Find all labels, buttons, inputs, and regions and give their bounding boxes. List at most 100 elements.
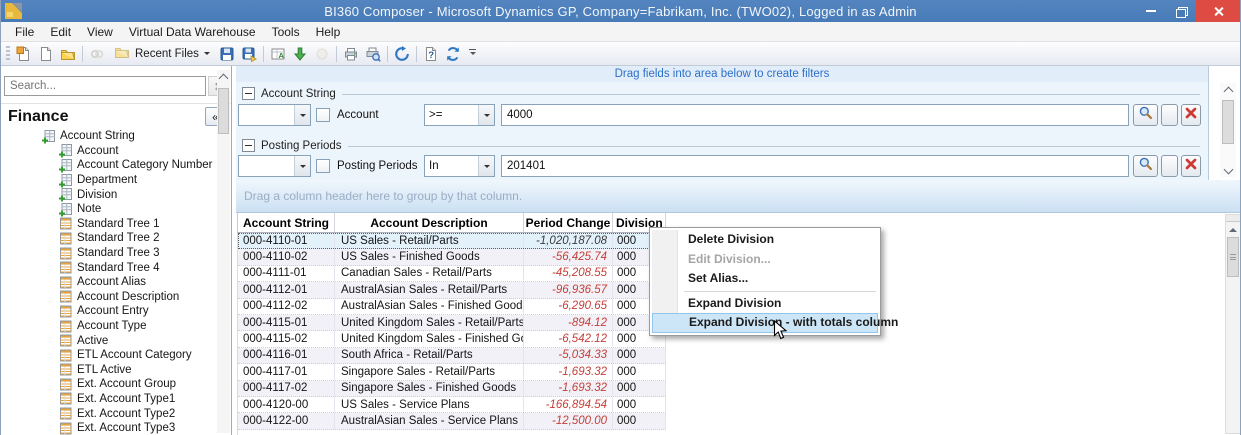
menu-item-edit[interactable]: Edit (42, 22, 79, 42)
tree-item-ext-account-type2[interactable]: Ext. Account Type2 (1, 406, 231, 421)
scroll-up-icon[interactable] (1226, 222, 1240, 236)
close-button[interactable] (1196, 0, 1240, 22)
grid-scrollbar[interactable] (1225, 214, 1240, 434)
filter-value-input[interactable] (501, 104, 1129, 126)
menu-item-file[interactable]: File (7, 22, 42, 42)
attribute-table-icon (58, 406, 73, 421)
tree-item-account-category-number[interactable]: Account Category Number (1, 158, 231, 173)
restore-button[interactable] (1166, 0, 1196, 22)
search-input[interactable] (4, 76, 206, 96)
grid-row[interactable]: 000-4115-01 United Kingdom Sales - Retail… (238, 314, 666, 332)
tree-item-ext-account-group[interactable]: Ext. Account Group (1, 377, 231, 392)
lookup-button[interactable] (1133, 155, 1158, 177)
tree-item-account[interactable]: Account (1, 144, 231, 159)
context-menu-item-set-alias[interactable]: Set Alias... (652, 269, 878, 289)
column-header-account-description[interactable]: Account Description (335, 213, 524, 232)
toolbar-overflow-button[interactable] (466, 44, 480, 64)
blank-page-icon[interactable] (35, 44, 57, 64)
grid-row[interactable]: 000-4110-01 US Sales - Retail/Parts -1,020… (238, 233, 666, 250)
export-grid-icon[interactable]: A (267, 44, 289, 64)
cell-period-change: -1,693.32 (524, 364, 613, 380)
open-folder-icon[interactable] (57, 44, 79, 64)
field-add-icon (58, 173, 73, 188)
grid-row[interactable]: 000-4110-02 US Sales - Finished Goods -56,… (238, 249, 666, 266)
recent-files-button[interactable]: Recent Files (108, 44, 216, 64)
minimize-button[interactable] (1136, 0, 1166, 22)
tree-item-active[interactable]: Active (1, 333, 231, 348)
group-by-drop-zone[interactable]: Drag a column header here to group by th… (236, 180, 1240, 213)
tree-scrollbar[interactable] (217, 70, 230, 433)
refresh-icon[interactable] (442, 44, 464, 64)
lookup-button[interactable] (1133, 104, 1158, 126)
save-all-icon[interactable] (238, 44, 260, 64)
save-icon[interactable] (216, 44, 238, 64)
tree-item-note[interactable]: Note (1, 202, 231, 217)
new-file-icon[interactable] (13, 44, 35, 64)
toolbar-separator (262, 45, 264, 62)
collapse-group-icon[interactable] (242, 139, 255, 152)
import-green-arrow-icon[interactable] (289, 44, 311, 64)
tree-item-account-alias[interactable]: Account Alias (1, 275, 231, 290)
column-header-period-change[interactable]: Period Change (524, 213, 613, 232)
scroll-up-icon[interactable] (1220, 83, 1236, 97)
print-preview-icon[interactable] (362, 44, 384, 64)
context-menu-item-delete-division[interactable]: Delete Division (652, 230, 878, 250)
menu-item-view[interactable]: View (79, 22, 121, 42)
tree-item-account-description[interactable]: Account Description (1, 290, 231, 305)
scroll-down-icon[interactable] (1220, 163, 1236, 177)
menu-item-virtual-data-warehouse[interactable]: Virtual Data Warehouse (121, 22, 264, 42)
attribute-table-icon (58, 260, 73, 275)
grid-row[interactable]: 000-4112-01 AustralAsian Sales - Retail/P… (238, 282, 666, 299)
tree-item-account-entry[interactable]: Account Entry (1, 304, 231, 319)
grid-scrollbar-thumb[interactable] (1227, 237, 1239, 277)
remove-filter-button[interactable] (1181, 155, 1201, 177)
collapse-group-icon[interactable] (242, 87, 255, 100)
context-menu-item-expand-division[interactable]: Expand Division (652, 294, 878, 314)
context-menu-item-expand-division-with-totals-column[interactable]: Expand Division - with totals column (652, 313, 898, 333)
tree-item-standard-tree-2[interactable]: Standard Tree 2 (1, 231, 231, 246)
tree-item-standard-tree-1[interactable]: Standard Tree 1 (1, 217, 231, 232)
grid-row[interactable]: 000-4116-01 South Africa - Retail/Parts -5… (238, 347, 666, 365)
scroll-up-icon[interactable] (217, 70, 230, 84)
grid-row[interactable]: 000-4122-00 AustralAsian Sales - Service … (238, 413, 666, 430)
menu-item-help[interactable]: Help (308, 22, 349, 42)
grid-row[interactable]: 000-4120-00 US Sales - Service Plans -166,… (238, 396, 666, 414)
toolbar-grip[interactable] (6, 45, 10, 62)
tree-scrollbar-thumb[interactable] (218, 88, 229, 134)
scrollbar-grip[interactable] (1226, 215, 1240, 222)
tree-item-account-string[interactable]: Account String (1, 129, 231, 144)
remove-filter-button[interactable] (1181, 104, 1201, 126)
conjunction-select[interactable] (238, 155, 311, 177)
filter-checkbox[interactable] (316, 159, 330, 173)
help-icon[interactable]: ? (420, 44, 442, 64)
menu-item-tools[interactable]: Tools (264, 22, 308, 42)
options-button[interactable] (1161, 155, 1178, 177)
cell-division: 000 (613, 364, 666, 380)
column-header-account-string[interactable]: Account String (238, 213, 335, 232)
grid-row[interactable]: 000-4117-01 Singapore Sales - Retail/Part… (238, 364, 666, 381)
tree-item-ext-account-type1[interactable]: Ext. Account Type1 (1, 392, 231, 407)
tree-item-ext-account-type3[interactable]: Ext. Account Type3 (1, 421, 231, 435)
grid-row[interactable]: 000-4112-02 AustralAsian Sales - Finished… (238, 298, 666, 315)
filter-value-input[interactable] (501, 155, 1129, 177)
tree-item-department[interactable]: Department (1, 173, 231, 188)
tree-item-standard-tree-4[interactable]: Standard Tree 4 (1, 260, 231, 275)
tree-item-etl-account-category[interactable]: ETL Account Category (1, 348, 231, 363)
filter-checkbox[interactable] (316, 108, 330, 122)
tree-item-etl-active[interactable]: ETL Active (1, 363, 231, 378)
operator-select[interactable]: In (424, 155, 495, 177)
print-icon[interactable] (340, 44, 362, 64)
tree-item-division[interactable]: Division (1, 187, 231, 202)
options-button[interactable] (1161, 104, 1178, 126)
tree-item-account-type[interactable]: Account Type (1, 319, 231, 334)
attribute-table-icon (58, 304, 73, 319)
grid-row[interactable]: 000-4111-01 Canadian Sales - Retail/Parts… (238, 265, 666, 283)
filter-scrollbar-thumb[interactable] (1222, 100, 1234, 144)
grid-row[interactable]: 000-4115-02 United Kingdom Sales - Finish… (238, 331, 666, 348)
tree-item-standard-tree-3[interactable]: Standard Tree 3 (1, 246, 231, 261)
conjunction-select[interactable] (238, 104, 311, 126)
operator-select[interactable]: >= (424, 104, 495, 126)
filter-scrollbar[interactable] (1220, 83, 1236, 177)
process-gear-icon[interactable] (391, 44, 413, 64)
grid-row[interactable]: 000-4117-02 Singapore Sales - Finished Go… (238, 380, 666, 397)
